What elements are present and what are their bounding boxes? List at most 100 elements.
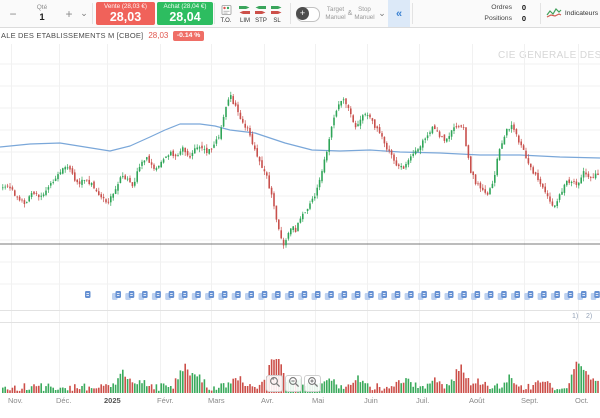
news-marker-icon[interactable] <box>365 291 374 300</box>
zoom-reset-button[interactable] <box>266 375 283 392</box>
news-marker-icon[interactable] <box>139 291 148 300</box>
sell-price: 28,03 <box>110 11 141 24</box>
order-type-label: SL <box>273 18 280 24</box>
moving-average-line[interactable] <box>0 124 600 158</box>
stop-loss-icon <box>271 5 283 17</box>
order-type-lim-button[interactable]: LIM <box>237 3 253 25</box>
news-marker-icon[interactable] <box>165 291 174 300</box>
axis-label: Sept. <box>521 396 539 405</box>
news-marker-icon[interactable] <box>232 291 241 300</box>
news-marker-icon[interactable] <box>112 291 121 300</box>
stop-order-icon <box>255 5 267 17</box>
positions-label: Positions <box>442 15 512 22</box>
axis-label: Juil. <box>416 396 429 405</box>
news-marker-icon[interactable] <box>538 291 547 300</box>
news-marker-icon[interactable] <box>245 291 254 300</box>
toolbar-separator <box>92 3 93 24</box>
sell-price-label: Vente (28,03 €) <box>104 4 147 10</box>
news-marker-icon[interactable] <box>192 291 201 300</box>
ampersand-label: & <box>348 10 353 17</box>
positions-count: 0 <box>512 14 536 23</box>
axis-label: Févr. <box>157 396 174 405</box>
buy-price-label: Achat (28,04 €) <box>163 4 206 10</box>
order-type-label: STP <box>255 18 267 24</box>
order-type-to-button[interactable]: T.O. <box>217 3 235 25</box>
pane-label-2[interactable]: 2) <box>586 313 592 320</box>
toolbar-separator <box>412 3 413 24</box>
zoom-in-button[interactable] <box>304 375 321 392</box>
zoom-out-button[interactable] <box>285 375 302 392</box>
news-marker-icon[interactable] <box>179 291 188 300</box>
qty-increase-button[interactable]: + <box>62 0 76 27</box>
news-marker-icon[interactable] <box>405 291 414 300</box>
news-marker-icon[interactable] <box>205 291 214 300</box>
news-marker-icon[interactable] <box>551 291 560 300</box>
indicators-label: Indicateurs <box>565 10 598 17</box>
news-marker-icon[interactable] <box>218 291 227 300</box>
sell-button[interactable]: Vente (28,03 €) 28,03 <box>96 2 155 25</box>
news-marker-icon[interactable] <box>325 291 334 300</box>
axis-label: 2025 <box>104 396 121 405</box>
pane-label-1[interactable]: 1) <box>572 313 578 320</box>
news-marker-icon[interactable] <box>391 291 400 300</box>
price-chart-canvas[interactable]: Nov.Déc.2025Févr.MarsAvr.MaiJuinJuil.Aoû… <box>0 0 600 413</box>
axis-label: Mai <box>312 396 324 405</box>
axis-label: Juin <box>364 396 378 405</box>
news-marker-icon[interactable] <box>272 291 281 300</box>
instrument-name: ALE DES ETABLISSEMENTS M [CBOE] <box>1 31 143 40</box>
news-marker-icon[interactable] <box>298 291 307 300</box>
order-type-label: T.O. <box>220 18 231 24</box>
news-marker-icon[interactable] <box>445 291 454 300</box>
trading-app: CIE GENERALE DES E Nov.Déc.2025Févr.Mars… <box>0 0 600 413</box>
chart-area[interactable]: Nov.Déc.2025Févr.MarsAvr.MaiJuinJuil.Aoû… <box>0 0 600 413</box>
news-marker-icon[interactable] <box>431 291 440 300</box>
order-ticket-icon <box>221 5 232 17</box>
news-marker-icon[interactable] <box>458 291 467 300</box>
news-marker-icon[interactable] <box>378 291 387 300</box>
news-marker-icon[interactable] <box>125 291 134 300</box>
positions-row: Positions 0 <box>442 14 536 23</box>
target-manuel-label: TargetManuel <box>325 6 345 20</box>
target-stop-chevron[interactable]: ⌄ <box>376 0 388 27</box>
zoom-reset-icon <box>269 376 281 391</box>
news-marker-icon[interactable] <box>591 291 600 300</box>
toolbar-separator <box>214 3 215 24</box>
news-marker-icon[interactable] <box>312 291 321 300</box>
toolbar-separator <box>540 3 541 24</box>
qty-dropdown-chevron[interactable]: ⌄ <box>77 0 91 27</box>
orders-label: Ordres <box>442 4 512 11</box>
news-marker-icon[interactable] <box>511 291 520 300</box>
stop-manuel-label: StopManuel <box>354 6 374 20</box>
quantity-field[interactable]: Qté 1 <box>24 0 60 27</box>
buy-button[interactable]: Achat (28,04 €) 28,04 <box>157 2 213 25</box>
toggle-knob-icon: + <box>296 7 309 20</box>
account-summary: Ordres 0 Positions 0 <box>442 3 536 23</box>
order-type-stp-button[interactable]: STP <box>253 3 269 25</box>
axis-label: Déc. <box>56 396 71 405</box>
qty-decrease-button[interactable]: − <box>6 0 20 27</box>
news-marker-icon[interactable] <box>524 291 533 300</box>
last-price: 28,03 <box>148 31 168 40</box>
news-marker-icon[interactable] <box>285 291 294 300</box>
axis-label: Avr. <box>261 396 274 405</box>
news-marker-icon[interactable] <box>498 291 507 300</box>
axis-label: Mars <box>208 396 225 405</box>
news-marker-icon[interactable] <box>351 291 360 300</box>
toolbar-separator <box>290 3 291 24</box>
news-marker-icon[interactable] <box>258 291 267 300</box>
target-stop-mode[interactable]: TargetManuel & StopManuel <box>322 0 378 27</box>
orders-count: 0 <box>512 3 536 12</box>
news-marker-icon[interactable] <box>484 291 493 300</box>
qty-label: Qté <box>37 5 47 12</box>
news-marker-icon[interactable] <box>85 291 91 298</box>
order-type-sl-button[interactable]: SL <box>269 3 285 25</box>
indicators-button[interactable]: Indicateurs <box>544 0 600 27</box>
news-marker-icon[interactable] <box>338 291 347 300</box>
qty-value: 1 <box>39 13 44 23</box>
collapse-panel-button[interactable]: « <box>388 0 410 27</box>
news-marker-icon[interactable] <box>564 291 573 300</box>
trading-toolbar: − Qté 1 + ⌄ Vente (28,03 €) 28,03 Achat … <box>0 0 600 28</box>
indicators-icon <box>546 5 562 23</box>
target-stop-toggle[interactable]: + <box>296 7 320 22</box>
news-marker-icon[interactable] <box>152 291 161 300</box>
